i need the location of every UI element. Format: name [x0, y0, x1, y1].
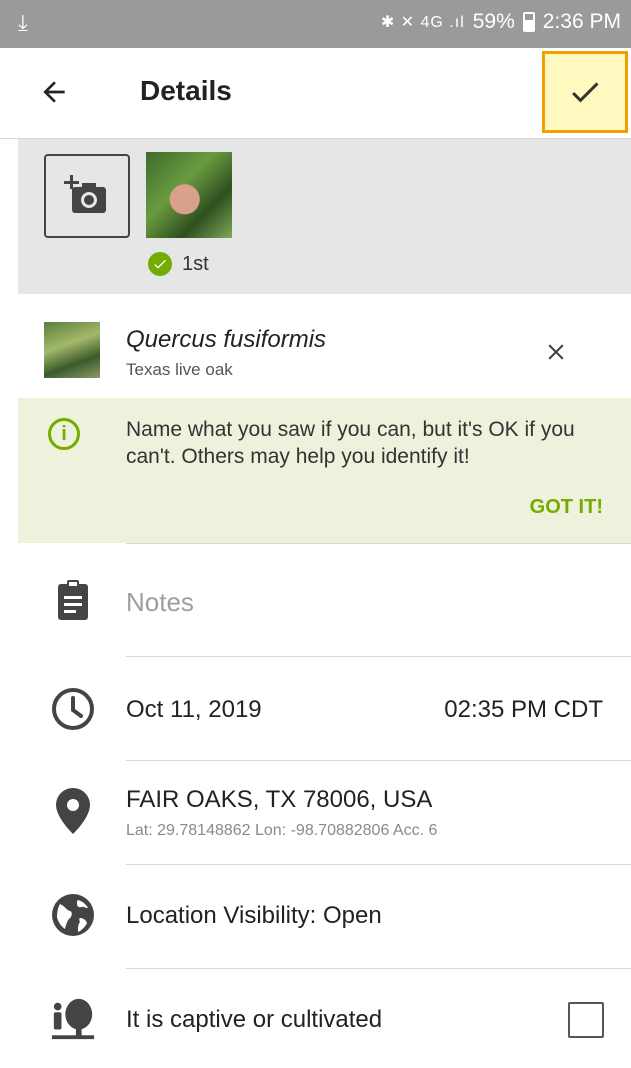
location-coordinates: Lat: 29.78148862 Lon: -98.70882806 Acc. … [126, 822, 438, 839]
check-circle-icon [148, 252, 172, 276]
notes-input[interactable]: Notes [126, 587, 194, 618]
first-photo-badge: 1st [148, 252, 209, 276]
location-name: FAIR OAKS, TX 78006, USA [126, 786, 433, 813]
clear-species-button[interactable] [538, 334, 574, 370]
badge-label: 1st [182, 252, 209, 275]
tip-message: Name what you saw if you can, but it's O… [126, 418, 575, 468]
clock: 2:36 PM [542, 10, 621, 33]
signal-icons: ✱ ✕ 4G .ıl [380, 14, 465, 31]
clock-icon [50, 686, 96, 732]
got-it-button[interactable]: GOT IT! [530, 496, 603, 519]
info-icon: i [48, 418, 80, 450]
captive-checkbox[interactable] [568, 1002, 604, 1038]
location-visibility-label: Location Visibility: Open [126, 902, 382, 929]
date-time-row[interactable]: Oct 11, 2019 02:35 PM CDT [0, 656, 631, 760]
close-icon [548, 344, 564, 360]
notes-row[interactable]: Notes [0, 543, 631, 656]
add-photo-button[interactable] [44, 154, 130, 238]
battery-icon [522, 12, 535, 32]
page-title: Details [140, 75, 232, 106]
location-visibility-row[interactable]: Location Visibility: Open [0, 864, 631, 968]
back-button[interactable] [38, 72, 86, 112]
arrow-back-icon [43, 81, 65, 103]
add-camera-icon [64, 175, 106, 213]
status-bar: ⤓ ✱ ✕ 4G .ıl 59% 2:36 PM [0, 0, 631, 48]
clipboard-icon [50, 577, 96, 623]
captive-label: It is captive or cultivated [126, 1006, 383, 1033]
species-selector[interactable]: Quercus fusiformis Texas live oak [0, 294, 631, 398]
globe-icon [50, 892, 96, 938]
battery-percent: 59% [472, 10, 515, 33]
location-pin-icon [50, 788, 96, 834]
species-thumbnail [44, 322, 100, 378]
common-name: Texas live oak [126, 360, 233, 379]
observation-time[interactable]: 02:35 PM CDT [444, 696, 603, 724]
download-icon: ⤓ [18, 10, 28, 35]
observation-photo[interactable] [146, 152, 232, 238]
check-icon [572, 82, 599, 103]
identification-tip: i Name what you saw if you can, but it's… [18, 398, 631, 543]
observation-date[interactable]: Oct 11, 2019 [126, 696, 262, 724]
save-button[interactable] [542, 51, 628, 133]
tree-icon [50, 996, 96, 1042]
photo-strip: 1st [18, 139, 631, 294]
scientific-name: Quercus fusiformis [126, 326, 327, 353]
app-bar: Details [0, 48, 631, 139]
location-row[interactable]: FAIR OAKS, TX 78006, USA Lat: 29.7814886… [0, 760, 631, 864]
captive-row[interactable]: It is captive or cultivated [0, 968, 631, 1068]
